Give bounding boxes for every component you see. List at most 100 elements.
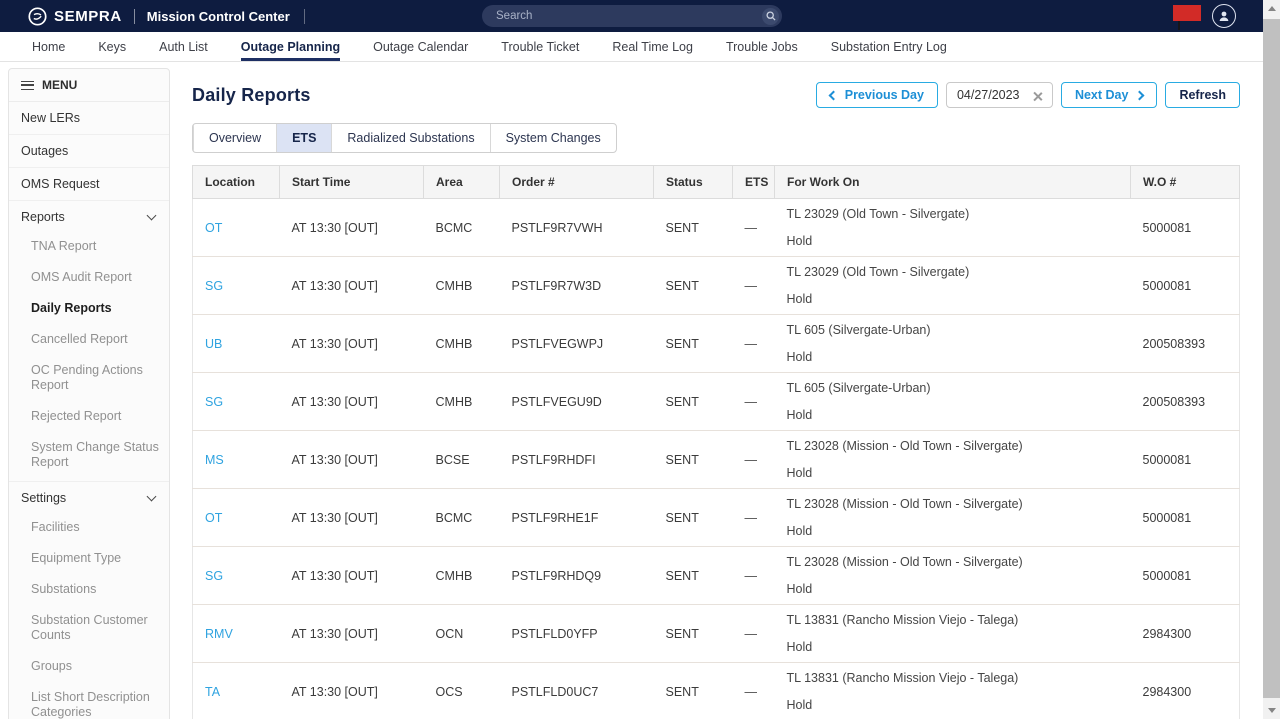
work-on-text: TL 23029 (Old Town - Silvergate) <box>786 264 970 279</box>
location-link[interactable]: SG <box>205 569 223 583</box>
search-input[interactable] <box>496 10 762 22</box>
location-link[interactable]: SG <box>205 279 223 293</box>
table-body: OT AT 13:30 [OUT] BCMC PSTLF9R7VWH SENT … <box>192 198 1240 719</box>
nav-item[interactable]: Real Time Log <box>612 32 693 61</box>
work-on-text: TL 605 (Silvergate-Urban) <box>786 322 931 337</box>
sidebar-subitem[interactable]: Groups <box>9 651 169 682</box>
work-on-note: Hold <box>786 581 813 596</box>
nav-item[interactable]: Home <box>32 32 65 61</box>
cell-order-number: PSTLFLD0YFP <box>499 604 654 663</box>
divider <box>303 8 305 24</box>
refresh-button[interactable]: Refresh <box>1165 82 1240 108</box>
cell-wo-number: 5000081 <box>1130 256 1240 315</box>
user-account-icon[interactable] <box>1212 4 1236 28</box>
table-row: TA AT 13:30 [OUT] OCS PSTLFLD0UC7 SENT —… <box>192 662 1240 719</box>
location-link[interactable]: SG <box>205 395 223 409</box>
date-controls: Previous Day Next Day Refresh <box>815 82 1240 108</box>
cell-for-work-on: TL 23028 (Mission - Old Town - Silvergat… <box>774 430 1131 489</box>
column-header: Start Time <box>279 165 424 199</box>
nav-item[interactable]: Substation Entry Log <box>831 32 947 61</box>
cell-wo-number: 200508393 <box>1130 314 1240 373</box>
cell-location: SG <box>192 372 280 431</box>
clear-date-icon[interactable] <box>1033 91 1042 100</box>
cell-location: MS <box>192 430 280 489</box>
cell-ets: — <box>732 372 775 431</box>
sidebar-subitem[interactable]: Cancelled Report <box>9 324 169 355</box>
work-on-note: Hold <box>786 349 813 364</box>
sidebar-section-header[interactable]: Reports <box>9 201 169 231</box>
date-input[interactable] <box>956 88 1023 102</box>
sidebar-subitem[interactable]: Rejected Report <box>9 401 169 432</box>
location-link[interactable]: TA <box>205 685 220 699</box>
sidebar-subitem[interactable]: Substation Customer Counts <box>9 605 169 651</box>
cell-ets: — <box>732 430 775 489</box>
cell-area: BCSE <box>423 430 500 489</box>
global-search[interactable] <box>482 5 782 27</box>
scrollbar-thumb[interactable] <box>1263 19 1280 698</box>
ets-dash: — <box>744 626 757 641</box>
location-link[interactable]: MS <box>205 453 224 467</box>
location-link[interactable]: RMV <box>205 627 233 641</box>
sidebar-subitem[interactable]: Facilities <box>9 512 169 543</box>
ets-dash: — <box>744 220 757 235</box>
nav-item[interactable]: Trouble Jobs <box>726 32 798 61</box>
cell-status: SENT <box>653 488 733 547</box>
sidebar-item[interactable]: Outages <box>9 135 169 168</box>
nav-item[interactable]: Outage Calendar <box>373 32 468 61</box>
menu-label: MENU <box>42 78 78 92</box>
tab[interactable]: ETS <box>276 124 332 152</box>
cell-order-number: PSTLF9RHDFI <box>499 430 654 489</box>
sidebar-section: Reports TNA Report OMS Audit Report Dail… <box>9 201 169 482</box>
scroll-down-arrow[interactable] <box>1263 702 1280 719</box>
location-link[interactable]: OT <box>205 221 222 235</box>
cell-for-work-on: TL 605 (Silvergate-Urban) Hold <box>774 372 1131 431</box>
table-row: SG AT 13:30 [OUT] CMHB PSTLF9RHDQ9 SENT … <box>192 546 1240 605</box>
cell-status: SENT <box>653 372 733 431</box>
sidebar-sections: Reports TNA Report OMS Audit Report Dail… <box>9 201 169 719</box>
search-icon[interactable] <box>762 7 779 25</box>
nav-item[interactable]: Outage Planning <box>241 32 340 61</box>
tab[interactable]: System Changes <box>489 124 616 152</box>
cell-status: SENT <box>653 430 733 489</box>
sidebar-subitem[interactable]: Daily Reports <box>9 293 169 324</box>
sidebar-subitem[interactable]: List Short Description Categories <box>9 682 169 719</box>
nav-item[interactable]: Keys <box>98 32 126 61</box>
nav-item[interactable]: Trouble Ticket <box>501 32 579 61</box>
chevron-down-icon <box>146 210 157 221</box>
flag-icon[interactable] <box>1171 3 1203 30</box>
work-on-note: Hold <box>786 407 813 422</box>
tab[interactable]: Radialized Substations <box>331 124 489 152</box>
location-link[interactable]: UB <box>205 337 222 351</box>
sidebar-subitem[interactable]: System Change Status Report <box>9 432 169 478</box>
cell-order-number: PSTLFVEGWPJ <box>499 314 654 373</box>
cell-location: RMV <box>192 604 280 663</box>
primary-nav: Home Keys Auth List Outage Planning Outa… <box>0 32 1280 62</box>
previous-day-button[interactable]: Previous Day <box>815 82 938 108</box>
menu-toggle[interactable]: MENU <box>9 69 169 102</box>
sidebar-subitem[interactable]: TNA Report <box>9 231 169 262</box>
sidebar-subitem[interactable]: OMS Audit Report <box>9 262 169 293</box>
cell-status: SENT <box>653 198 733 257</box>
sidebar-item[interactable]: New LERs <box>9 102 169 135</box>
date-field[interactable] <box>945 82 1053 108</box>
topbar-actions <box>1171 3 1236 30</box>
sidebar-subitem[interactable]: OC Pending Actions Report <box>9 355 169 401</box>
cell-area: BCMC <box>423 488 500 547</box>
sidebar-item[interactable]: OMS Request <box>9 168 169 201</box>
table-header: Location Start Time Area Order # Status ETS Fo… <box>192 165 1240 199</box>
sidebar-subitem[interactable]: Substations <box>9 574 169 605</box>
sidebar-section-header[interactable]: Settings <box>9 482 169 512</box>
cell-area: CMHB <box>423 314 500 373</box>
brand-name: SEMPRA <box>54 7 122 25</box>
nav-item[interactable]: Auth List <box>159 32 208 61</box>
scroll-up-arrow[interactable] <box>1263 0 1280 17</box>
tab[interactable]: Overview <box>193 124 276 152</box>
location-link[interactable]: OT <box>205 511 222 525</box>
column-header: Status <box>653 165 733 199</box>
next-day-button[interactable]: Next Day <box>1060 82 1158 108</box>
page-scrollbar[interactable] <box>1263 0 1280 719</box>
cell-location: SG <box>192 546 280 605</box>
sidebar-subitem[interactable]: Equipment Type <box>9 543 169 574</box>
cell-area: BCMC <box>423 198 500 257</box>
